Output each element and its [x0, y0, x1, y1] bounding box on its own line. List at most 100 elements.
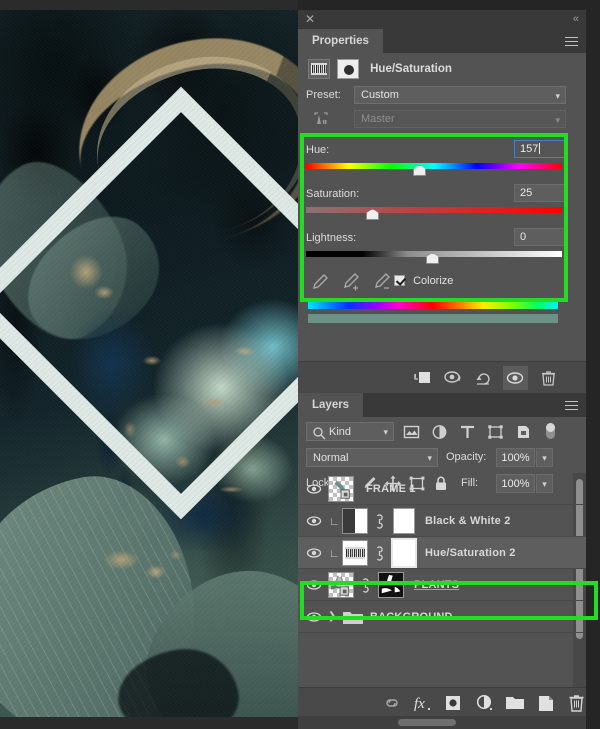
eye-icon[interactable] [306, 611, 322, 623]
toggle-previous-state-button[interactable] [441, 366, 466, 390]
layer-mask-icon [337, 59, 360, 79]
layer-list[interactable]: FRAME 1 ∟ Black & White 2 ∟ Hue/Saturati… [298, 473, 586, 687]
filter-smart-object-icon[interactable] [515, 424, 532, 440]
panel-menu-icon[interactable] [565, 401, 578, 410]
filter-kind-select[interactable]: Kind ▾ [306, 422, 394, 441]
horizontal-scrollbar-thumb[interactable] [398, 719, 456, 726]
horizontal-scrollbar[interactable] [298, 716, 586, 729]
table-row[interactable]: PLANTS [298, 569, 586, 601]
delete-layer-button[interactable] [564, 693, 588, 713]
properties-titlebar: ✕ « [298, 10, 586, 29]
eye-icon[interactable] [306, 547, 322, 559]
eyedropper-subtract-icon[interactable] [370, 272, 392, 292]
saturation-input[interactable]: 25 [514, 184, 566, 202]
opacity-input[interactable]: 100% [496, 448, 535, 467]
properties-tabbar: Properties [298, 29, 586, 53]
panel-menu-icon[interactable] [565, 37, 578, 46]
eyedropper-add-icon[interactable] [339, 272, 361, 292]
tab-layers[interactable]: Layers [298, 393, 364, 417]
saturation-label: Saturation: [306, 188, 360, 200]
table-row[interactable]: ∟ Hue/Saturation 2 [298, 537, 586, 569]
lightness-slider[interactable] [298, 250, 586, 266]
filter-shape-icon[interactable] [487, 424, 504, 440]
eye-icon [506, 372, 524, 384]
tab-properties[interactable]: Properties [298, 29, 383, 53]
lightness-label: Lightness: [306, 232, 357, 244]
filter-kind-label: Kind [329, 426, 352, 438]
film-grain-overlay [0, 10, 298, 717]
layer-style-button[interactable]: fx [410, 693, 434, 713]
close-icon[interactable]: ✕ [304, 13, 316, 25]
hue-slider[interactable] [298, 162, 586, 178]
filter-toggle-switch[interactable] [544, 421, 557, 441]
folder-icon [506, 697, 524, 709]
channel-row: Master ▾ [306, 109, 578, 131]
preset-select[interactable]: Custom ▾ [354, 86, 566, 104]
chevron-down-icon: ▾ [383, 427, 388, 437]
layer-thumbnail[interactable] [342, 540, 368, 566]
eye-icon[interactable] [306, 515, 322, 527]
new-group-button[interactable] [503, 693, 527, 713]
saturation-slider[interactable] [298, 206, 586, 222]
properties-body: Preset: Custom ▾ Master ▾ Hue: 157 Satur… [298, 83, 586, 361]
new-layer-icon [539, 696, 553, 711]
clip-to-layer-button[interactable] [410, 366, 435, 390]
link-icon[interactable] [374, 546, 385, 561]
colorize-row: Colorize [298, 272, 586, 296]
table-row[interactable]: ❯ BACKGROUND [298, 601, 586, 633]
chevron-right-icon[interactable]: ❯ [328, 611, 336, 622]
layer-name: BACKGROUND [370, 611, 453, 623]
properties-panel: ✕ « Properties Hue/Saturation Preset: Cu… [298, 10, 586, 393]
trash-icon [569, 695, 584, 712]
chevron-down-icon: ▾ [555, 91, 560, 101]
link-icon[interactable] [360, 578, 371, 593]
layer-mask-thumbnail[interactable] [378, 572, 404, 598]
hue-spectrum-bar [308, 300, 558, 309]
link-layers-button[interactable] [380, 693, 404, 713]
saturation-value: 25 [520, 187, 533, 199]
toggle-visibility-button[interactable] [503, 366, 528, 390]
channel-select[interactable]: Master ▾ [354, 110, 566, 128]
layer-thumbnail[interactable] [328, 572, 354, 598]
document-canvas[interactable] [0, 0, 298, 729]
layer-mask-thumbnail[interactable] [393, 508, 415, 534]
add-layer-mask-button[interactable] [441, 693, 465, 713]
opacity-stepper[interactable]: ▾ [536, 448, 553, 467]
new-adjustment-layer-button[interactable] [472, 693, 496, 713]
artwork-image [0, 10, 298, 717]
eye-icon[interactable] [306, 483, 322, 495]
filter-type-icon[interactable] [459, 424, 476, 440]
chevron-down-icon: ▾ [427, 453, 432, 463]
colorize-checkbox[interactable]: Colorize [394, 275, 453, 287]
checkbox-checked-icon [394, 275, 405, 286]
layer-thumbnail[interactable] [328, 476, 354, 502]
link-icon[interactable] [374, 514, 385, 529]
result-color-bar [308, 314, 558, 323]
layer-mask-thumbnail[interactable] [391, 538, 417, 568]
hue-slider-track [306, 163, 562, 169]
collapse-panel-icon[interactable]: « [573, 13, 579, 25]
new-layer-button[interactable] [534, 693, 558, 713]
folder-icon [343, 612, 363, 624]
link-icon [386, 699, 398, 707]
hue-row: Hue: 157 [306, 140, 578, 162]
fx-icon: fx [414, 696, 431, 712]
smart-object-thumb-icon [334, 480, 350, 499]
layer-name: PLANTS [414, 579, 460, 591]
clipping-mask-arrow-icon: ∟ [329, 516, 340, 528]
lightness-input[interactable]: 0 [514, 228, 566, 246]
filter-adjustment-icon[interactable] [431, 424, 448, 440]
table-row[interactable]: FRAME 1 [298, 473, 586, 505]
hue-input[interactable]: 157 [514, 140, 566, 158]
filter-pixel-icon[interactable] [403, 424, 420, 440]
table-row[interactable]: ∟ Black & White 2 [298, 505, 586, 537]
eyedropper-icon[interactable] [308, 272, 330, 292]
color-bars [298, 300, 586, 326]
layer-thumbnail[interactable] [342, 508, 368, 534]
delete-adjustment-button[interactable] [536, 366, 561, 390]
eyedropper-group [308, 272, 398, 295]
blend-mode-select[interactable]: Normal ▾ [306, 448, 438, 467]
reset-button[interactable] [472, 366, 497, 390]
eye-icon[interactable] [306, 579, 322, 591]
on-image-adjustment-icon[interactable] [312, 111, 330, 127]
